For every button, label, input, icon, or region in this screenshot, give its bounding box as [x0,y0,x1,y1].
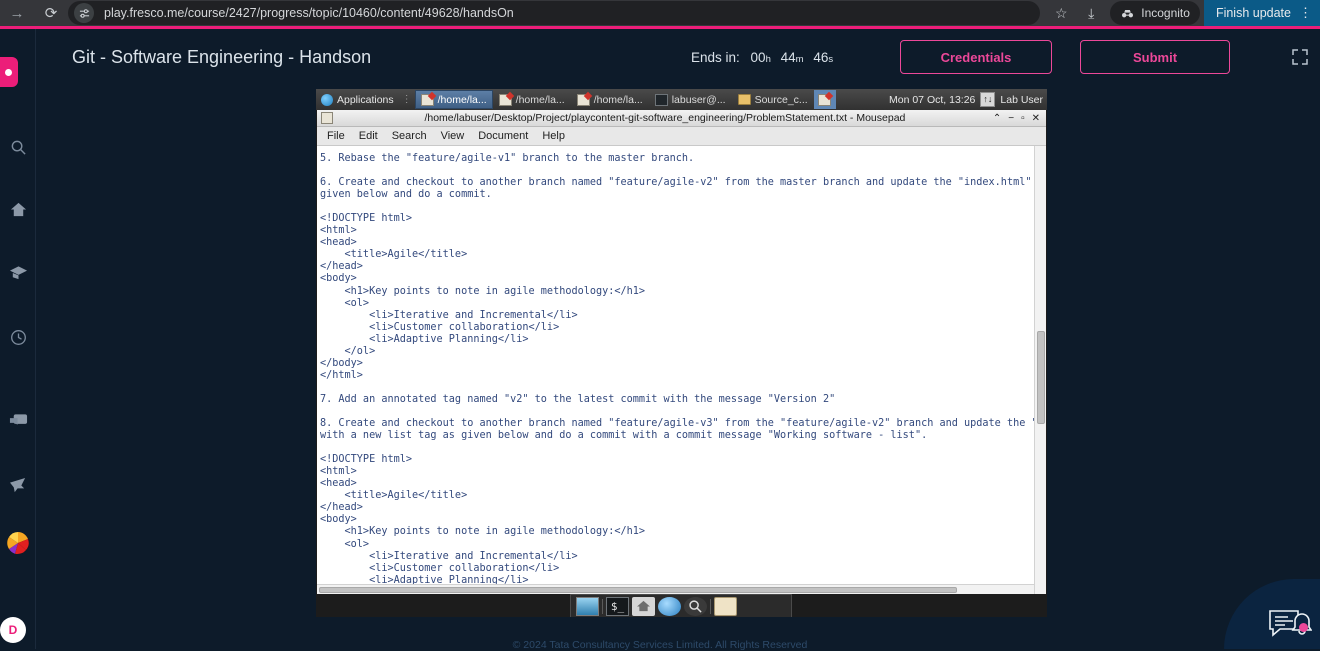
mousepad-titlebar[interactable]: /home/labuser/Desktop/Project/playconten… [317,110,1046,127]
left-sidebar: D [0,29,36,649]
timer-seconds: 46 [813,50,828,65]
taskbar-item-label: /home/la... [438,94,487,106]
vertical-scrollbar[interactable] [1034,146,1046,594]
graduation-cap-icon[interactable] [0,265,36,285]
fullscreen-icon[interactable] [1286,43,1314,71]
dock-separator [710,599,711,614]
dock-separator [602,599,603,614]
sidebar-brand-badge[interactable] [0,57,18,87]
page-title: Git - Software Engineering - Handson [72,47,371,68]
lab-header: Git - Software Engineering - Handson End… [36,29,1320,85]
panel-handle-icon: ⋮ [402,94,412,105]
chat-widget[interactable] [1224,579,1320,649]
timer-label: Ends in: [691,50,740,65]
minimize-button[interactable]: − [1008,113,1014,124]
menu-search[interactable]: Search [392,130,427,142]
rocket-icon[interactable] [0,477,36,499]
reload-icon[interactable]: ⟳ [34,4,68,22]
mousepad-icon [421,94,434,106]
maximize-button[interactable]: ▫ [1021,113,1025,124]
user-label: Lab User [1000,94,1043,106]
brand-dot-icon [5,69,12,76]
timer-hours: 00 [751,50,766,65]
horizontal-scrollbar-thumb[interactable] [319,587,957,593]
notification-badge-dot [1299,623,1308,632]
panel-status-area: Mon 07 Oct, 13:26 ↑↓ Lab User [889,92,1047,107]
horizontal-scrollbar[interactable] [317,584,1034,594]
applications-menu[interactable]: Applications [316,94,399,106]
xfce-taskbar: Applications ⋮ /home/la... /home/la... /… [316,89,1047,110]
taskbar-item[interactable]: Source_c... [732,90,814,109]
analytics-pie-icon[interactable] [0,531,36,560]
mousepad-window[interactable]: /home/labuser/Desktop/Project/playconten… [317,110,1046,594]
finish-update-label: Finish update [1216,6,1291,20]
lab-vm-viewport[interactable]: Applications ⋮ /home/la... /home/la... /… [316,89,1047,617]
incognito-label: Incognito [1141,6,1190,20]
address-bar[interactable]: play.fresco.me/course/2427/progress/topi… [68,1,1040,25]
credentials-button[interactable]: Credentials [900,40,1052,74]
forward-icon[interactable]: → [0,5,34,22]
mousepad-icon [577,94,590,106]
home-icon[interactable] [0,201,36,223]
taskbar-item[interactable]: labuser@... [649,90,732,109]
mousepad-icon [818,94,831,106]
timer-hours-unit: h [766,54,771,65]
taskbar-item[interactable]: /home/la... [493,90,571,109]
search-icon[interactable] [0,139,36,161]
web-browser-icon[interactable] [658,597,681,616]
folder-icon [738,94,751,105]
show-desktop-icon[interactable] [576,597,599,616]
taskbar-item-label: labuser@... [672,94,726,106]
url-text: play.fresco.me/course/2427/progress/topi… [104,6,514,20]
vertical-scrollbar-thumb[interactable] [1037,331,1045,424]
menu-document[interactable]: Document [478,130,528,142]
taskbar-item-label: Source_c... [755,94,808,106]
incognito-indicator[interactable]: Incognito [1110,1,1200,25]
taskbar-tray-item[interactable] [814,90,836,109]
footer-copyright: © 2024 Tata Consultancy Services Limited… [0,639,1320,651]
taskbar-item-label: /home/la... [594,94,643,106]
bookmark-star-icon[interactable]: ☆ [1046,5,1076,22]
menu-file[interactable]: File [327,130,345,142]
finish-update-button[interactable]: Finish update ⋮ [1204,0,1320,26]
file-manager-icon[interactable] [714,597,737,616]
mousepad-text-area[interactable]: 5. Rebase the "feature/agile-v1" branch … [317,146,1046,594]
close-window-button[interactable]: ✕ [1032,113,1040,124]
site-settings-icon[interactable] [74,3,94,23]
clock: Mon 07 Oct, 13:26 [889,94,975,106]
menu-help[interactable]: Help [542,130,565,142]
home-folder-icon[interactable] [632,597,655,616]
mousepad-menubar: File Edit Search View Document Help [317,127,1046,146]
countdown-timer: Ends in: 00h 44m 46s [691,50,839,65]
applications-icon [321,94,333,106]
problem-statement-text: 5. Rebase the "feature/agile-v1" branch … [317,153,1046,594]
timer-seconds-unit: s [828,54,833,65]
desktop-dock: $_ [570,594,792,617]
shade-button[interactable]: ⌃ [993,113,1001,124]
search-icon[interactable] [684,597,707,616]
mousepad-icon [499,94,512,106]
messages-icon[interactable] [0,413,36,434]
browser-toolbar: → ⟳ play.fresco.me/course/2427/progress/… [0,0,1320,26]
history-clock-icon[interactable] [0,329,36,351]
taskbar-item[interactable]: /home/la... [415,90,493,109]
chat-notification-icon[interactable] [1268,607,1312,643]
submit-button[interactable]: Submit [1080,40,1230,74]
menu-view[interactable]: View [441,130,465,142]
taskbar-item-label: /home/la... [516,94,565,106]
timer-minutes: 44 [781,50,796,65]
terminal-icon [655,94,668,106]
taskbar-item[interactable]: /home/la... [571,90,649,109]
mousepad-icon [321,112,333,124]
applications-label: Applications [337,94,394,106]
terminal-icon[interactable]: $_ [606,597,629,616]
network-icon[interactable]: ↑↓ [980,92,995,107]
menu-edit[interactable]: Edit [359,130,378,142]
chrome-menu-icon[interactable]: ⋮ [1299,5,1312,21]
timer-minutes-unit: m [796,54,804,65]
mousepad-title: /home/labuser/Desktop/Project/playconten… [337,112,993,124]
download-icon[interactable]: ⤓ [1076,5,1106,22]
